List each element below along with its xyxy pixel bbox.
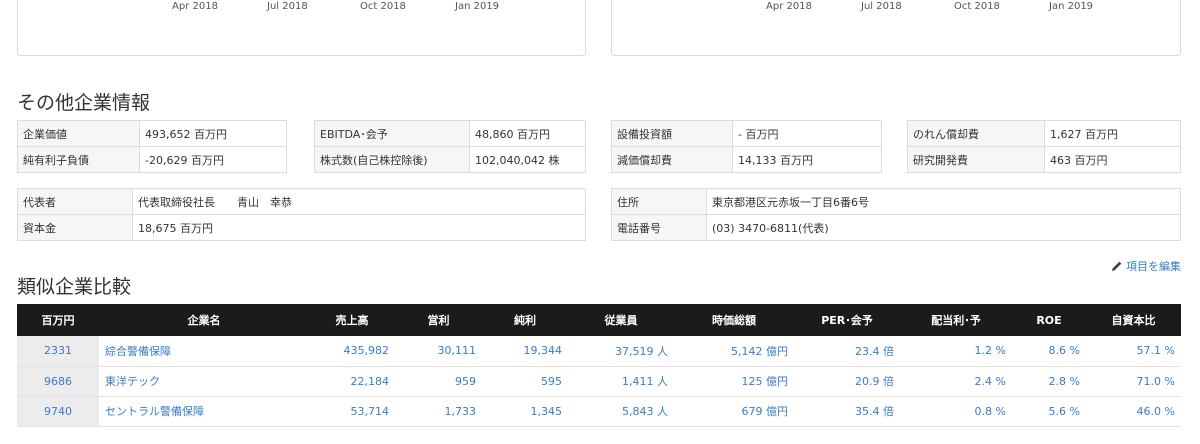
- metric-label: のれん償却費: [907, 120, 1045, 147]
- contact-table: 住所 東京都港区元赤坂一丁目6番6号 電話番号 (03) 3470-6811(代表): [611, 188, 1181, 241]
- company-name-link[interactable]: 綜合警備保障: [99, 336, 309, 367]
- comparison-title: 類似企業比較: [17, 276, 132, 298]
- metric-value: -20,629 百万円: [139, 146, 287, 173]
- metric-value: 493,652 百万円: [139, 120, 287, 147]
- net-profit-cell: 595: [482, 366, 568, 397]
- col-company: 企業名: [99, 304, 309, 336]
- contact-label: 電話番号: [611, 214, 707, 241]
- col-per[interactable]: PER･会予: [794, 304, 900, 336]
- roe-cell: 2.8 %: [1012, 366, 1086, 397]
- pencil-icon: [1112, 261, 1122, 271]
- stock-code-link[interactable]: 2331: [17, 336, 99, 367]
- x-tick: Oct 2018: [360, 1, 406, 12]
- operating-profit-cell: 30,111: [395, 336, 482, 367]
- table-row: 2331 綜合警備保障 435,982 30,111 19,344 37,519…: [17, 336, 1181, 367]
- roe-cell: 8.6 %: [1012, 336, 1086, 367]
- dividend-yield-cell: 1.2 %: [900, 336, 1012, 367]
- stock-code-link[interactable]: 9686: [17, 366, 99, 397]
- metrics-table-1: 企業価値 493,652 百万円 純有利子負債 -20,629 百万円: [17, 120, 287, 173]
- company-table: 代表者 代表取締役社長 青山 幸恭 資本金 18,675 百万円: [17, 188, 586, 241]
- table-header-row: 百万円 企業名 売上高 営利 純利 従業員 時価総額 PER･会予 配当利･予 …: [17, 304, 1181, 336]
- x-tick: Jul 2018: [267, 1, 308, 12]
- employees-cell: 1,411 人: [568, 366, 674, 397]
- employees-cell: 37,519 人: [568, 336, 674, 367]
- contact-label: 住所: [611, 188, 707, 215]
- x-tick: Jul 2018: [861, 1, 902, 12]
- per-cell: 20.9 倍: [794, 366, 900, 397]
- metric-value: - 百万円: [732, 120, 882, 147]
- table-row: 9686 東洋テック 22,184 959 595 1,411 人 125 億円…: [17, 366, 1181, 397]
- col-equity-ratio[interactable]: 自資本比: [1086, 304, 1181, 336]
- x-tick: Apr 2018: [766, 1, 812, 12]
- net-profit-cell: 19,344: [482, 336, 568, 367]
- col-roe[interactable]: ROE: [1012, 304, 1086, 336]
- metric-value: 463 百万円: [1044, 146, 1181, 173]
- x-tick: Apr 2018: [172, 1, 218, 12]
- company-label: 資本金: [17, 214, 133, 241]
- per-cell: 35.4 倍: [794, 396, 900, 427]
- x-tick: Jan 2019: [1049, 1, 1094, 12]
- equity-ratio-cell: 71.0 %: [1086, 366, 1181, 397]
- col-operating-profit[interactable]: 営利: [395, 304, 482, 336]
- address-value: 東京都港区元赤坂一丁目6番6号: [706, 188, 1181, 215]
- col-dividend-yield[interactable]: 配当利･予: [900, 304, 1012, 336]
- company-label: 代表者: [17, 188, 133, 215]
- market-cap-cell: 679 億円: [674, 396, 794, 427]
- col-net-profit[interactable]: 純利: [482, 304, 568, 336]
- per-cell: 23.4 倍: [794, 336, 900, 367]
- phone-value: (03) 3470-6811(代表): [706, 214, 1181, 241]
- equity-ratio-cell: 57.1 %: [1086, 336, 1181, 367]
- stock-code-link[interactable]: 9740: [17, 396, 99, 427]
- metric-label: 減価償却費: [611, 146, 733, 173]
- metric-value: 102,040,042 株: [469, 146, 586, 173]
- metric-label: 株式数(自己株控除後): [314, 146, 470, 173]
- metric-label: EBITDA･会予: [314, 120, 470, 147]
- net-profit-cell: 1,345: [482, 396, 568, 427]
- x-tick: Jan 2019: [455, 1, 500, 12]
- metric-label: 純有利子負債: [17, 146, 140, 173]
- other-info-title: その他企業情報: [17, 92, 151, 114]
- dividend-yield-cell: 2.4 %: [900, 366, 1012, 397]
- metric-value: 48,860 百万円: [469, 120, 586, 147]
- company-name-link[interactable]: 東洋テック: [99, 366, 309, 397]
- metric-value: 14,133 百万円: [732, 146, 882, 173]
- metrics-table-4: のれん償却費 1,627 百万円 研究開発費 463 百万円: [907, 120, 1181, 173]
- equity-ratio-cell: 46.0 %: [1086, 396, 1181, 427]
- employees-cell: 5,843 人: [568, 396, 674, 427]
- x-tick: Oct 2018: [954, 1, 1000, 12]
- metric-label: 企業価値: [17, 120, 140, 147]
- operating-profit-cell: 959: [395, 366, 482, 397]
- col-employees[interactable]: 従業員: [568, 304, 674, 336]
- company-name-link[interactable]: セントラル警備保障: [99, 396, 309, 427]
- sales-cell: 53,714: [309, 396, 395, 427]
- metric-value: 1,627 百万円: [1044, 120, 1181, 147]
- dividend-yield-cell: 0.8 %: [900, 396, 1012, 427]
- col-sales[interactable]: 売上高: [309, 304, 395, 336]
- stock-chart-left: Apr 2018 Jul 2018 Oct 2018 Jan 2019: [17, 0, 586, 56]
- market-cap-cell: 125 億円: [674, 366, 794, 397]
- roe-cell: 5.6 %: [1012, 396, 1086, 427]
- market-cap-cell: 5,142 億円: [674, 336, 794, 367]
- representative-value: 代表取締役社長 青山 幸恭: [132, 188, 586, 215]
- sales-cell: 435,982: [309, 336, 395, 367]
- metrics-table-3: 設備投資額 - 百万円 減価償却費 14,133 百万円: [611, 120, 882, 173]
- stock-chart-right: Apr 2018 Jul 2018 Oct 2018 Jan 2019: [611, 0, 1181, 56]
- sales-cell: 22,184: [309, 366, 395, 397]
- metric-label: 研究開発費: [907, 146, 1045, 173]
- operating-profit-cell: 1,733: [395, 396, 482, 427]
- metric-label: 設備投資額: [611, 120, 733, 147]
- metrics-table-2: EBITDA･会予 48,860 百万円 株式数(自己株控除後) 102,040,0…: [314, 120, 586, 173]
- table-row: 9740 セントラル警備保障 53,714 1,733 1,345 5,843 …: [17, 396, 1181, 427]
- comparison-table: 百万円 企業名 売上高 営利 純利 従業員 時価総額 PER･会予 配当利･予 …: [17, 304, 1181, 427]
- col-market-cap[interactable]: 時価総額: [674, 304, 794, 336]
- edit-items-label[interactable]: 項目を編集: [1126, 258, 1181, 274]
- col-unit: 百万円: [17, 304, 99, 336]
- capital-value: 18,675 百万円: [132, 214, 586, 241]
- edit-items-link[interactable]: 項目を編集: [1111, 258, 1181, 274]
